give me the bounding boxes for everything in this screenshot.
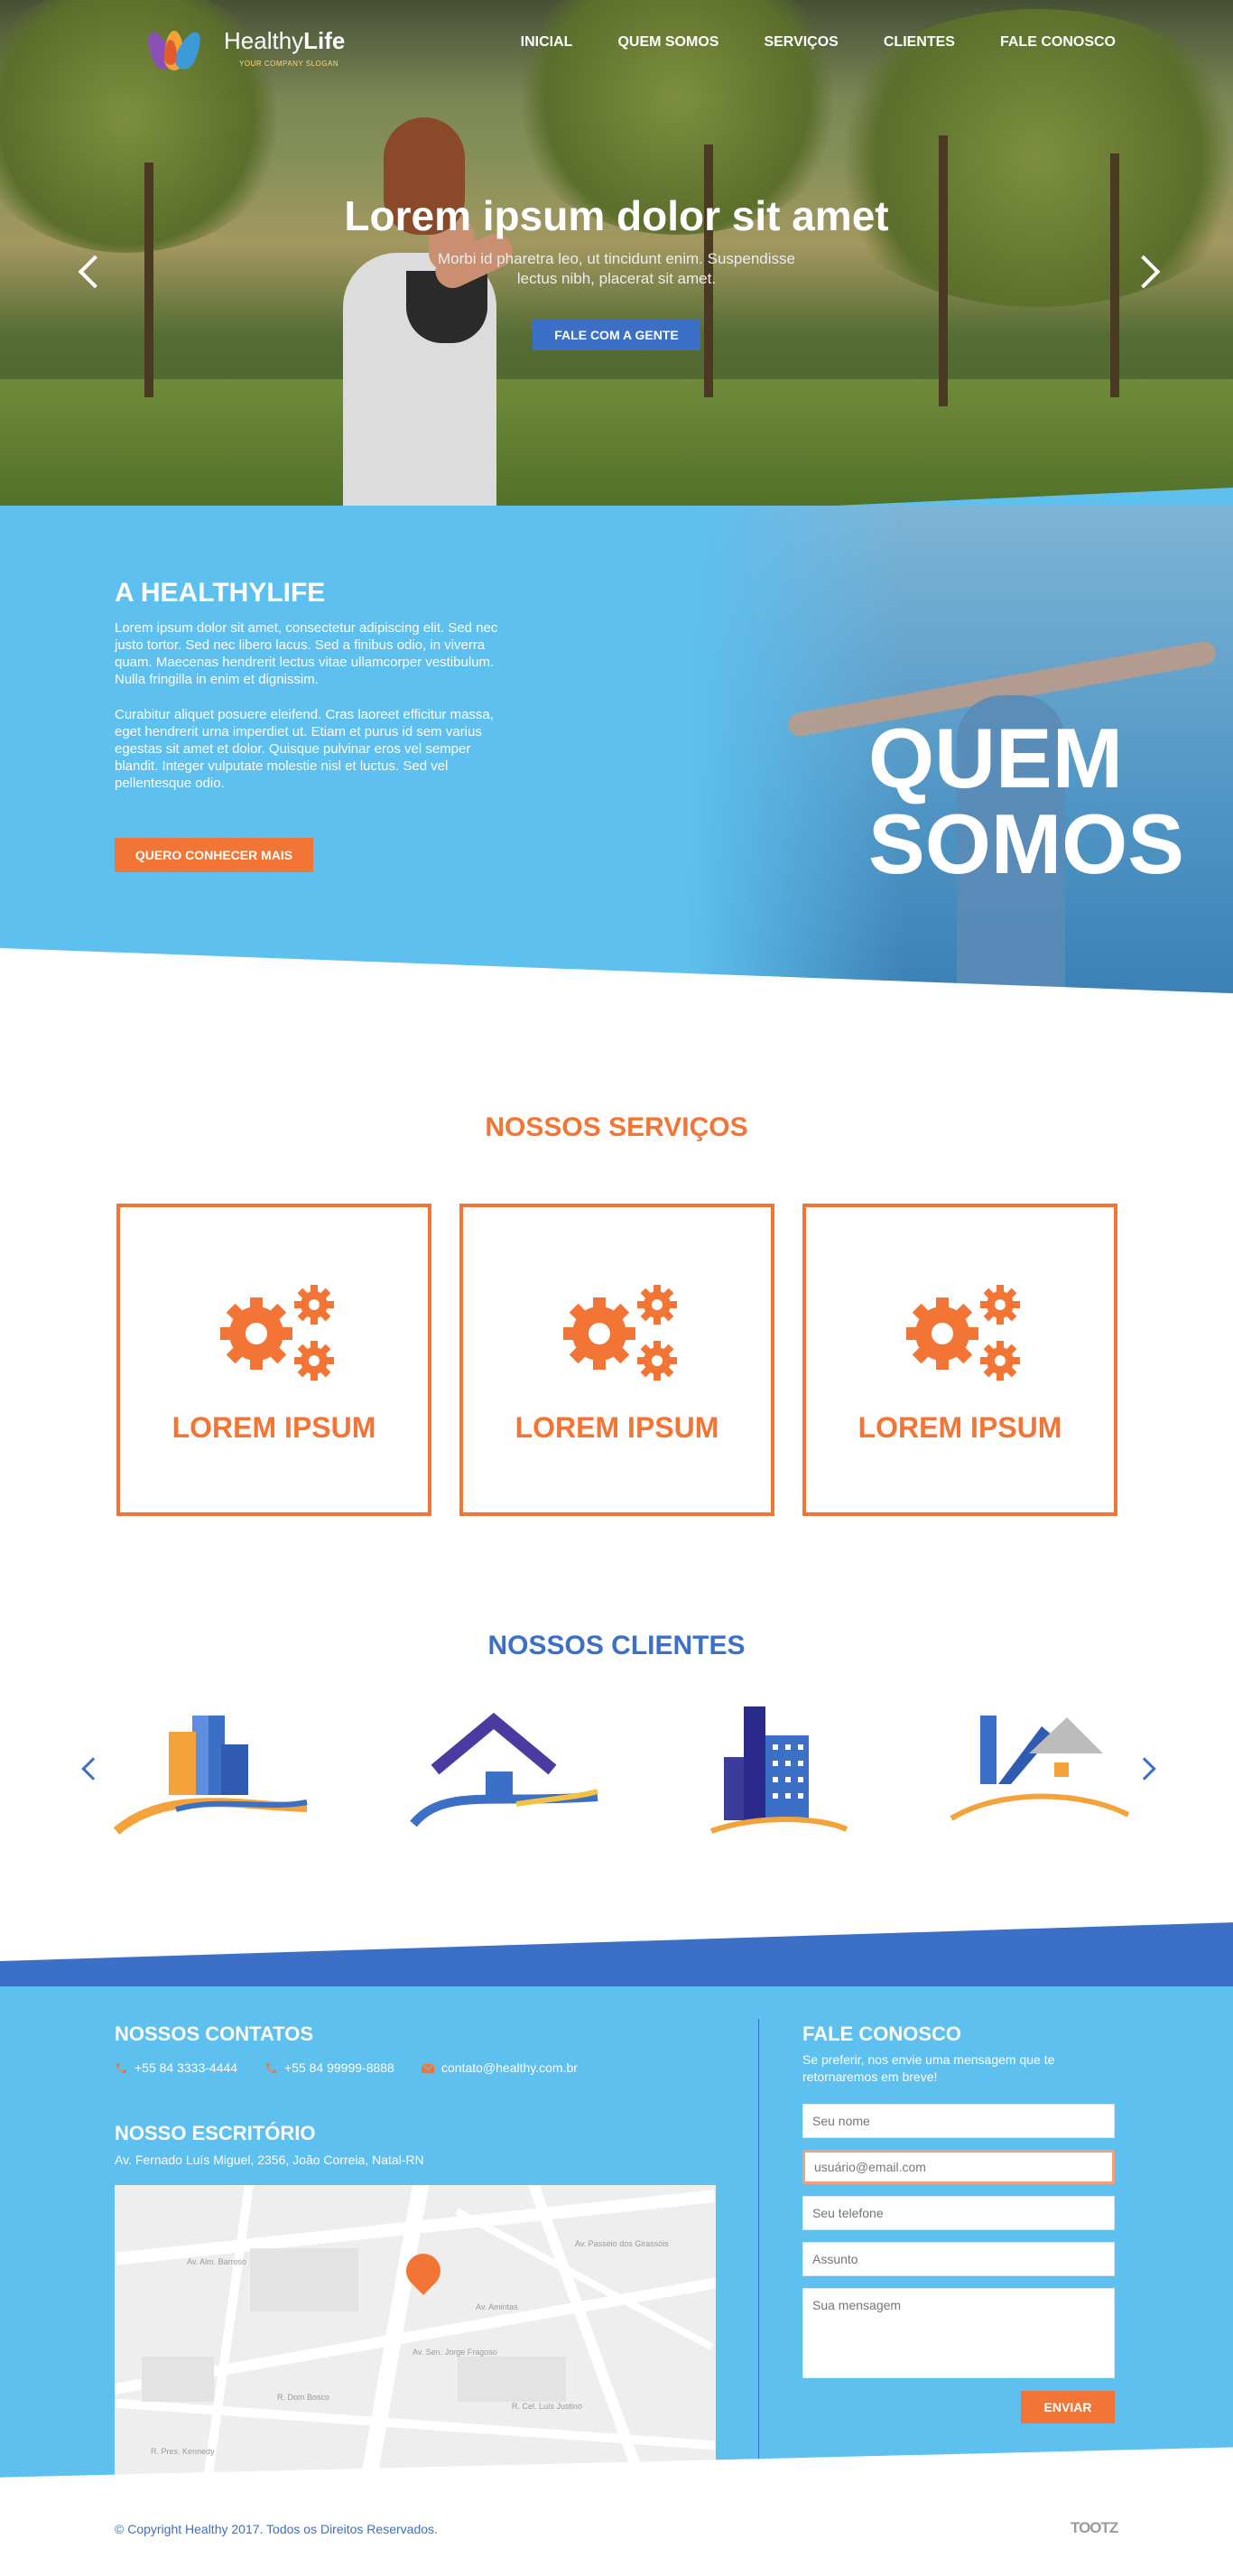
form-title: FALE CONOSCO bbox=[802, 2023, 962, 2045]
flame-logo-icon bbox=[142, 14, 208, 78]
about-paragraph-1: Lorem ipsum dolor sit amet, consectetur … bbox=[115, 620, 498, 687]
hero-cta-button[interactable]: FALE COM A GENTE bbox=[533, 320, 700, 350]
nav-quem-somos[interactable]: QUEM SOMOS bbox=[617, 34, 718, 51]
nav-inicial[interactable]: INICIAL bbox=[521, 34, 573, 51]
gears-icon bbox=[906, 1285, 1020, 1381]
office-map[interactable]: Av. Alm. Barroso Av. Passeio dos Girassó… bbox=[115, 2185, 716, 2483]
phone-2: +55 84 99999-8888 bbox=[264, 2060, 394, 2075]
message-field[interactable] bbox=[802, 2288, 1115, 2378]
contact-divider bbox=[758, 2019, 759, 2484]
map-label: Av. Sen. Jorge Fragoso bbox=[413, 2348, 497, 2357]
phone-icon bbox=[116, 2063, 126, 2074]
map-label: Av. Passeio dos Girassóis bbox=[575, 2239, 669, 2248]
about-big-heading-line2: SOMOS bbox=[868, 796, 1184, 891]
about-paragraph-2: Curabitur aliquet posuere eleifend. Cras… bbox=[115, 707, 494, 791]
hero-title: Lorem ipsum dolor sit amet bbox=[344, 192, 889, 239]
phone-icon bbox=[265, 2063, 276, 2074]
agency-logo[interactable]: TOOTZ bbox=[1071, 2519, 1118, 2537]
services-title: NOSSOS SERVIÇOS bbox=[485, 1112, 748, 1142]
about-big-heading-line1: QUEM bbox=[868, 711, 1123, 805]
service-card-label: LOREM IPSUM bbox=[515, 1411, 719, 1444]
main-nav: INICIAL QUEM SOMOS SERVIÇOS CLIENTES FAL… bbox=[521, 34, 1116, 51]
about-cta-button[interactable]: QUERO CONHECER MAIS bbox=[115, 838, 313, 872]
hero-trunk bbox=[1110, 153, 1119, 397]
nav-fale-conosco[interactable]: FALE CONOSCO bbox=[1000, 34, 1116, 51]
email-field[interactable] bbox=[802, 2150, 1115, 2184]
clients-prev-arrow-icon[interactable] bbox=[81, 1757, 105, 1781]
map-label: Av. Amintas bbox=[476, 2302, 518, 2311]
gears-icon bbox=[563, 1285, 677, 1381]
service-card-label: LOREM IPSUM bbox=[172, 1411, 376, 1444]
top-navbar: HealthyLife YOUR COMPANY SLOGAN INICIAL … bbox=[0, 0, 1233, 90]
logo-name: HealthyLife bbox=[224, 27, 346, 54]
site-logo[interactable]: HealthyLife YOUR COMPANY SLOGAN bbox=[142, 14, 361, 78]
buildings-wave-logo-icon[interactable] bbox=[113, 1697, 311, 1842]
about-title: A HEALTHYLIFE bbox=[115, 578, 326, 608]
name-field[interactable] bbox=[802, 2104, 1115, 2138]
copyright-text: © Copyright Healthy 2017. Todos os Direi… bbox=[115, 2522, 438, 2536]
house-wave-logo-icon[interactable] bbox=[408, 1697, 607, 1842]
gears-icon bbox=[220, 1285, 334, 1381]
roof-house-logo-icon[interactable] bbox=[948, 1697, 1146, 1842]
map-label: R. Pres. Kennedy bbox=[151, 2447, 215, 2456]
contact-section: NOSSOS CONTATOS +55 84 3333-4444 +55 84 … bbox=[0, 1986, 1233, 2576]
map-label: Av. Alm. Barroso bbox=[187, 2257, 247, 2266]
map-label: R. Dom Bosco bbox=[277, 2393, 330, 2402]
service-card[interactable]: LOREM IPSUM bbox=[116, 1204, 431, 1516]
about-section: A HEALTHYLIFE Lorem ipsum dolor sit amet… bbox=[0, 506, 1233, 1011]
nav-clientes[interactable]: CLIENTES bbox=[884, 34, 955, 51]
clients-title: NOSSOS CLIENTES bbox=[487, 1631, 746, 1660]
hero-trunk bbox=[939, 135, 948, 406]
service-card[interactable]: LOREM IPSUM bbox=[802, 1204, 1117, 1516]
phone-field[interactable] bbox=[802, 2196, 1115, 2230]
office-address: Av. Fernado Luís Miguel, 2356, João Corr… bbox=[115, 2153, 424, 2167]
envelope-icon bbox=[422, 2063, 434, 2074]
hero-subtitle: Morbi id pharetra leo, ut tincidunt enim… bbox=[438, 250, 795, 287]
city-towers-logo-icon[interactable] bbox=[702, 1697, 901, 1842]
contacts-title: NOSSOS CONTATOS bbox=[115, 2023, 314, 2045]
nav-servicos[interactable]: SERVIÇOS bbox=[764, 34, 838, 51]
email-contact[interactable]: contato@healthy.com.br bbox=[422, 2060, 578, 2075]
form-subtitle: Se preferir, nos envie uma mensagem que … bbox=[802, 2052, 1055, 2084]
map-label: R. Cel. Luís Justino bbox=[512, 2402, 583, 2411]
phone-1: +55 84 3333-4444 bbox=[115, 2060, 237, 2075]
subject-field[interactable] bbox=[802, 2242, 1115, 2276]
hero-runner-photo bbox=[298, 117, 524, 542]
office-title: NOSSO ESCRITÓRIO bbox=[115, 2122, 316, 2144]
service-card-label: LOREM IPSUM bbox=[858, 1411, 1062, 1444]
logo-slogan: YOUR COMPANY SLOGAN bbox=[239, 60, 339, 68]
about-big-heading: QUEM SOMOS bbox=[868, 715, 1184, 887]
service-card[interactable]: LOREM IPSUM bbox=[459, 1204, 774, 1516]
send-button[interactable]: ENVIAR bbox=[1021, 2391, 1115, 2423]
